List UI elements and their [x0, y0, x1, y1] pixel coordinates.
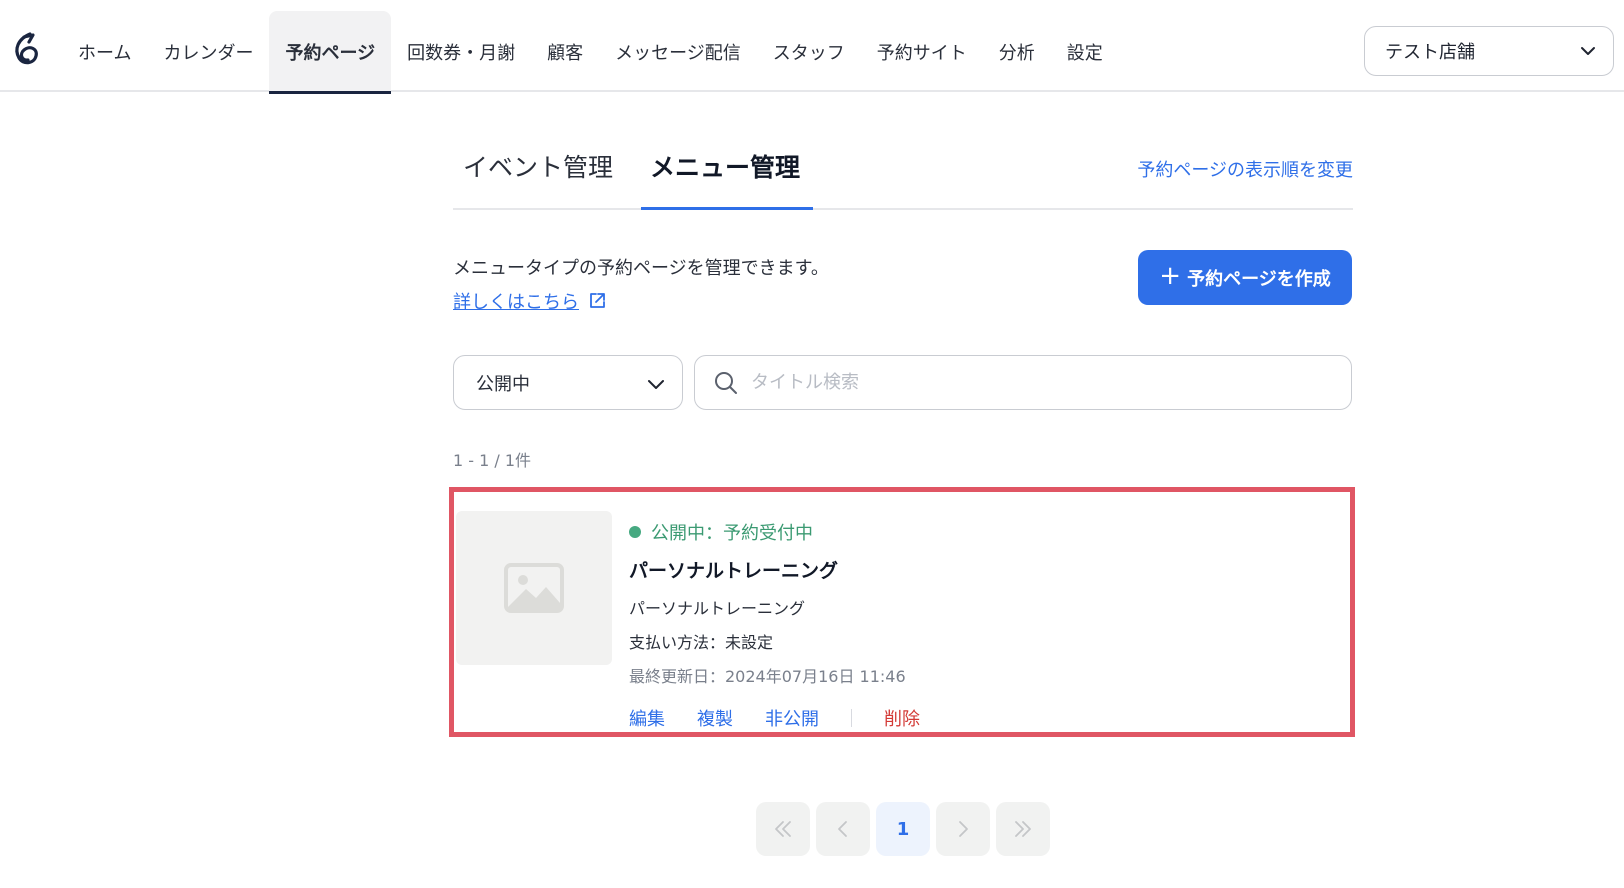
- create-button-label: 予約ページを作成: [1187, 268, 1331, 290]
- status-filter-value: 公開中: [476, 373, 530, 395]
- page-button-current[interactable]: 1: [876, 802, 930, 856]
- title-search-input[interactable]: [751, 372, 1331, 393]
- main-nav: ホーム カレンダー 予約ページ 回数券・月謝 顧客 メッセージ配信 スタッフ 予…: [62, 11, 1119, 94]
- image-placeholder-icon: [504, 563, 564, 613]
- nav-item-label: 予約ページ: [285, 42, 376, 64]
- create-reservation-page-button[interactable]: + 予約ページを作成: [1138, 250, 1352, 305]
- nav-item-reservation-pages[interactable]: 予約ページ: [269, 11, 392, 94]
- store-selector[interactable]: テスト店舗: [1364, 26, 1614, 76]
- next-page-button[interactable]: [936, 802, 990, 856]
- tab-menu-management[interactable]: メニュー管理: [650, 148, 800, 204]
- card-title: パーソナルトレーニング: [629, 560, 839, 582]
- nav-item-label: カレンダー: [163, 42, 254, 64]
- status-filter-select[interactable]: 公開中: [453, 355, 683, 410]
- prev-page-button[interactable]: [816, 802, 870, 856]
- chevron-left-icon: [838, 821, 847, 837]
- nav-item-label: 分析: [998, 42, 1035, 64]
- active-tab-indicator: [641, 207, 813, 210]
- chevron-right-icon: [959, 821, 968, 837]
- store-selector-value: テスト店舗: [1385, 42, 1475, 63]
- nav-item-calendar[interactable]: カレンダー: [147, 11, 269, 92]
- double-chevron-left-icon: [775, 821, 791, 837]
- nav-item-settings[interactable]: 設定: [1051, 11, 1119, 92]
- unpublish-button[interactable]: 非公開: [765, 705, 819, 731]
- detail-link-label: 詳しくはこちら: [453, 292, 579, 313]
- nav-item-staff[interactable]: スタッフ: [757, 11, 861, 92]
- page-description: メニュータイプの予約ページを管理できます。: [453, 258, 829, 279]
- reorder-pages-link[interactable]: 予約ページの表示順を変更: [1137, 156, 1353, 182]
- tab-event-management[interactable]: イベント管理: [463, 148, 613, 204]
- nav-item-label: 設定: [1066, 42, 1103, 64]
- nav-item-label: 回数券・月謝: [407, 42, 516, 64]
- pagination: 1: [756, 802, 1050, 856]
- nav-item-home[interactable]: ホーム: [62, 11, 147, 92]
- payment-method: 支払い方法：未設定: [629, 633, 774, 652]
- logo-icon[interactable]: [10, 31, 44, 69]
- last-updated: 最終更新日：2024年07月16日 11:46: [629, 667, 906, 686]
- card-actions: 編集 複製 非公開 削除: [629, 705, 920, 731]
- nav-item-label: メッセージ配信: [615, 42, 741, 64]
- reservation-page-card: 公開中：予約受付中 パーソナルトレーニング パーソナルトレーニング 支払い方法：…: [449, 487, 1355, 737]
- nav-item-messages[interactable]: メッセージ配信: [599, 11, 757, 92]
- nav-item-label: ホーム: [78, 42, 132, 64]
- publish-status: 公開中：予約受付中: [629, 519, 920, 545]
- chevron-down-icon: [648, 380, 664, 389]
- card-subtitle: パーソナルトレーニング: [629, 599, 806, 618]
- plus-icon: +: [1159, 261, 1182, 291]
- nav-item-label: 予約サイト: [876, 42, 967, 64]
- nav-item-tickets[interactable]: 回数券・月謝: [391, 11, 531, 92]
- thumbnail-placeholder: [456, 511, 612, 665]
- double-chevron-right-icon: [1015, 821, 1031, 837]
- detail-link[interactable]: 詳しくはこちら: [453, 288, 607, 314]
- action-divider: [851, 709, 852, 727]
- result-count: 1 - 1 / 1件: [453, 451, 532, 470]
- top-navigation: ホーム カレンダー 予約ページ 回数券・月謝 顧客 メッセージ配信 スタッフ 予…: [0, 0, 1624, 94]
- sub-tabs: イベント管理 メニュー管理 予約ページの表示順を変更: [453, 136, 1353, 210]
- delete-button[interactable]: 削除: [884, 705, 920, 731]
- nav-item-label: スタッフ: [772, 42, 845, 64]
- nav-item-customers[interactable]: 顧客: [531, 11, 599, 92]
- publish-status-label: 公開中：予約受付中: [651, 523, 813, 544]
- edit-button[interactable]: 編集: [629, 705, 665, 731]
- last-page-button[interactable]: [996, 802, 1050, 856]
- nav-item-label: 顧客: [547, 42, 584, 64]
- first-page-button[interactable]: [756, 802, 810, 856]
- external-link-icon: [590, 293, 605, 308]
- search-icon: [715, 371, 737, 394]
- card-info: 公開中：予約受付中 パーソナルトレーニング パーソナルトレーニング 支払い方法：…: [629, 519, 920, 731]
- duplicate-button[interactable]: 複製: [697, 705, 733, 731]
- nav-item-booking-site[interactable]: 予約サイト: [861, 11, 983, 92]
- title-search-box: [694, 355, 1352, 410]
- status-dot-icon: [629, 526, 641, 538]
- chevron-down-icon: [1581, 47, 1595, 55]
- nav-item-analytics[interactable]: 分析: [983, 11, 1051, 92]
